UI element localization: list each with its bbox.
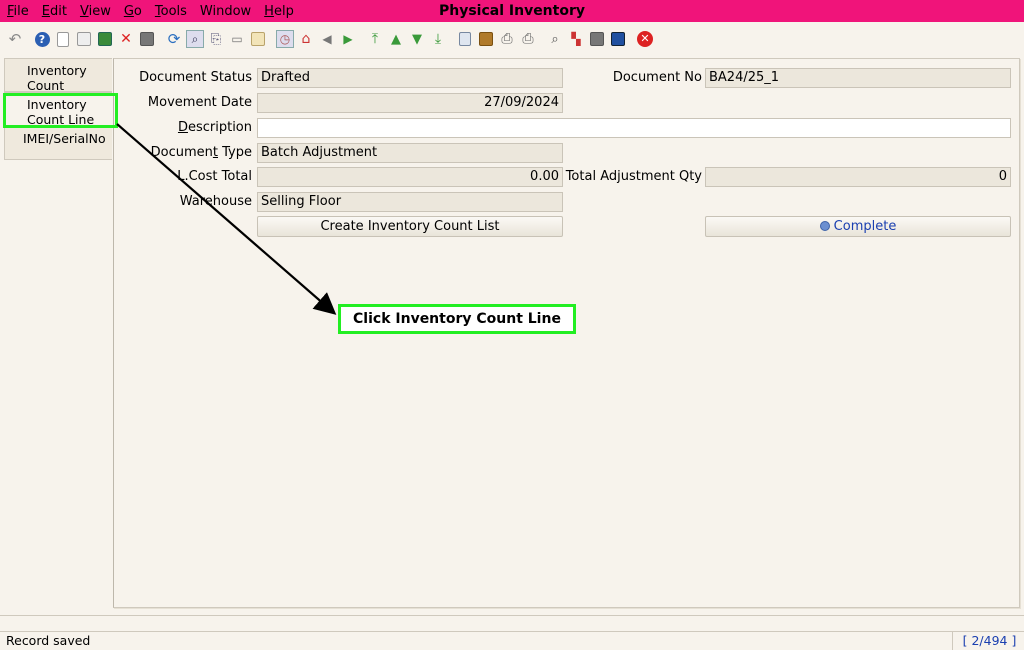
parent-icon[interactable]: ⌂ [297,30,315,48]
menu-help[interactable]: Help [257,4,300,19]
menu-view[interactable]: View [73,4,117,19]
status-bar: Record saved [ 2/494 ] [0,631,1024,650]
movement-date-label: Movement Date [147,95,252,110]
attachment-icon[interactable]: ⎘ [207,30,225,48]
warehouse-field[interactable]: Selling Floor [257,192,563,212]
tab-strip: Inventory Count Inventory Count Line IME… [0,58,113,613]
copy-icon[interactable] [75,30,93,48]
total-adjustment-qty-field: 0 [705,167,1011,187]
save-icon[interactable] [138,30,156,48]
chat-icon[interactable]: ▭ [228,30,246,48]
close-icon[interactable]: ✕ [636,30,654,48]
tab-highlight-box [3,93,118,128]
tab-inventory-count[interactable]: Inventory Count [4,58,112,93]
description-field[interactable] [257,118,1011,138]
create-inventory-count-list-button[interactable]: Create Inventory Count List [257,216,563,237]
document-type-field: Batch Adjustment [257,143,563,163]
requests-icon[interactable] [588,30,606,48]
menu-go[interactable]: Go [117,4,148,19]
menu-tools[interactable]: Tools [148,4,193,19]
archive-icon[interactable] [477,30,495,48]
find-icon[interactable]: ⌕ [186,30,204,48]
document-type-label: Document Type [150,145,252,160]
save-new-icon[interactable] [96,30,114,48]
tab-label: Inventory Count [27,63,87,93]
total-adjustment-qty-label: Total Adjustment Qty [565,169,702,184]
instruction-callout: Click Inventory Count Line [338,304,576,334]
print-icon[interactable]: ⎙ [519,30,537,48]
complete-label: Complete [833,219,897,234]
previous-icon[interactable]: ▲ [387,30,405,48]
record-navigator-count[interactable]: [ 2/494 ] [955,632,1024,650]
create-inventory-count-list-label: Create Inventory Count List [320,219,500,234]
status-strip [0,615,1024,630]
delete-icon[interactable]: ✕ [117,30,135,48]
refresh-icon[interactable]: ⟳ [165,30,183,48]
first-icon[interactable]: ⤒ [366,30,384,48]
menu-window[interactable]: Window [193,4,257,19]
tab-imei-serialno[interactable]: IMEI/SerialNo [4,127,112,160]
forward-icon[interactable]: ▶ [339,30,357,48]
description-label: Description [177,120,252,135]
product-info-icon[interactable] [609,30,627,48]
warehouse-label: Warehouse [179,194,252,209]
process-icon [819,221,830,231]
last-icon[interactable]: ⤓ [429,30,447,48]
zoom-across-icon[interactable]: ⌕ [546,30,564,48]
new-icon[interactable] [54,30,72,48]
print-preview-icon[interactable]: ⎙ [498,30,516,48]
toolbar: ↶ ? ✕ ⟳ ⌕ ⎘ ▭ ◷ ⌂ ◀ ▶ ⤒ ▲ ▼ ⤓ ⎙ ⎙ ⌕ ▚ ✕ [0,25,1024,53]
document-status-label: Document Status [139,70,252,85]
complete-button[interactable]: Complete [705,216,1011,237]
menu-edit[interactable]: Edit [35,4,73,19]
tab-label: IMEI/SerialNo [23,131,106,146]
status-message: Record saved [0,632,953,650]
workflow-icon[interactable]: ▚ [567,30,585,48]
help-icon[interactable]: ? [33,30,51,48]
menu-bar: File Edit View Go Tools Window Help [0,0,1024,22]
document-status-field: Drafted [257,68,563,88]
home-icon[interactable]: ◷ [276,30,294,48]
menu-file[interactable]: File [0,4,35,19]
document-no-field[interactable]: BA24/25_1 [705,68,1011,88]
movement-date-field[interactable]: 27/09/2024 [257,93,563,113]
document-no-label: Document No [612,70,702,85]
back-icon[interactable]: ◀ [318,30,336,48]
undo-icon[interactable]: ↶ [6,30,24,48]
next-icon[interactable]: ▼ [408,30,426,48]
history-icon[interactable] [249,30,267,48]
report-icon[interactable] [456,30,474,48]
cost-total-label: L.Cost Total [177,169,252,184]
cost-total-field: 0.00 [257,167,563,187]
